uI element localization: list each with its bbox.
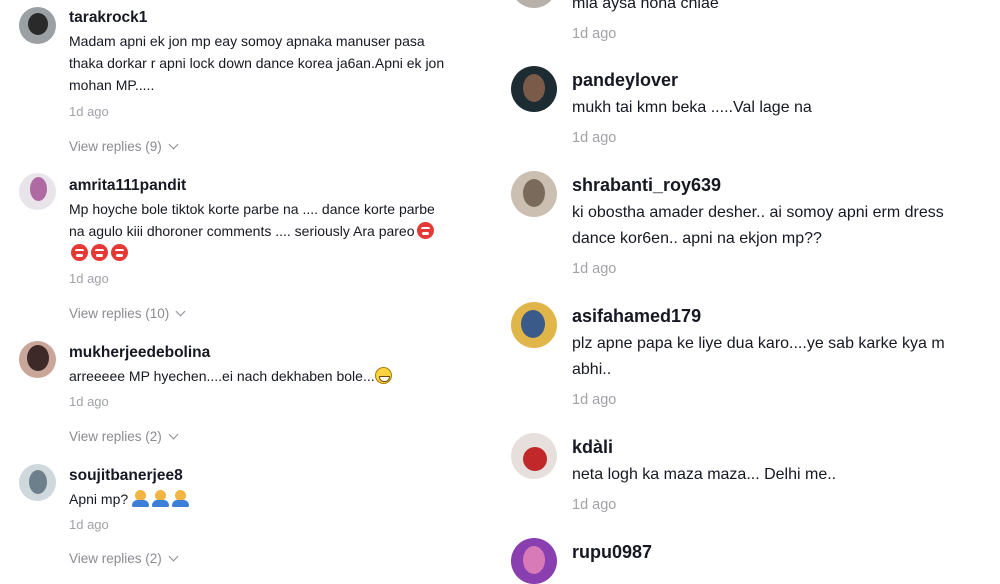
- view-replies-button[interactable]: View replies (2): [69, 551, 179, 566]
- view-replies-button[interactable]: View replies (10): [69, 306, 186, 321]
- comment-timestamp: 1d ago: [69, 394, 109, 409]
- comment-timestamp: 1d ago: [69, 271, 109, 286]
- comment-timestamp: 1d ago: [572, 130, 617, 146]
- avatar[interactable]: [511, 66, 557, 112]
- comment-text-line: Mp hoyche bole tiktok korte parbe na ...…: [69, 201, 435, 217]
- comment-text-line: dance kor6en.. apni na ekjon mp??: [572, 230, 822, 247]
- comment-text-line: thaka dorkar r apni lock down dance kore…: [69, 55, 445, 71]
- comment-username[interactable]: kdàli: [572, 437, 613, 458]
- view-replies-label: View replies (10): [69, 306, 170, 321]
- view-replies-button[interactable]: View replies (9): [69, 139, 179, 154]
- comment-text-line: Apni mp?: [69, 490, 192, 507]
- avatar[interactable]: [511, 538, 557, 584]
- comment-username[interactable]: mukherjeedebolina: [69, 344, 210, 362]
- comment-text-line: plz apne papa ke liye dua karo....ye sab…: [572, 335, 945, 352]
- comment-username[interactable]: soujitbanerjee8: [69, 467, 183, 485]
- comment-text-line: na agulo kiii dhoroner comments .... ser…: [69, 222, 437, 239]
- angry-face-icon: [91, 244, 108, 261]
- angry-face-icon: [111, 244, 128, 261]
- comment-text-line: Madam apni ek jon mp eay somoy apnaka ma…: [69, 33, 425, 49]
- comment-emoji-line: [71, 244, 131, 261]
- comment-timestamp: 1d ago: [572, 261, 617, 277]
- facepalm-icon: [132, 490, 150, 507]
- comment-timestamp: 1d ago: [572, 497, 617, 513]
- facepalm-icon: [152, 490, 170, 507]
- facepalm-icon: [172, 490, 190, 507]
- chevron-down-icon: [168, 429, 179, 440]
- comment-timestamp: 1d ago: [572, 26, 617, 42]
- chevron-down-icon: [168, 139, 179, 150]
- view-replies-button[interactable]: View replies (2): [69, 429, 179, 444]
- view-replies-label: View replies (2): [69, 429, 162, 444]
- avatar[interactable]: [19, 7, 56, 44]
- angry-face-icon: [71, 244, 88, 261]
- comment-username[interactable]: tarakrock1: [69, 9, 147, 27]
- comment-text-line: mohan MP.....: [69, 77, 155, 93]
- avatar[interactable]: [511, 302, 557, 348]
- avatar[interactable]: [511, 433, 557, 479]
- comment-username[interactable]: asifahamed179: [572, 306, 701, 327]
- comment-username[interactable]: rupu0987: [572, 542, 652, 563]
- comment-timestamp: 1d ago: [69, 517, 109, 532]
- comment-username[interactable]: shrabanti_roy639: [572, 175, 721, 196]
- comment-text-line: neta logh ka maza maza... Delhi me..: [572, 466, 837, 483]
- comment-text-line: ki obostha amader desher.. ai somoy apni…: [572, 204, 944, 221]
- comment-username[interactable]: amrita111pandit: [69, 177, 186, 195]
- avatar[interactable]: [511, 171, 557, 217]
- grinning-face-icon: [374, 367, 392, 384]
- comment-text: na agulo kiii dhoroner comments .... ser…: [69, 223, 415, 239]
- comment-text-line: mia aysa hona chiae: [572, 0, 719, 12]
- view-replies-label: View replies (2): [69, 551, 162, 566]
- comment-text: Apni mp?: [69, 491, 133, 507]
- avatar[interactable]: [19, 173, 56, 210]
- comment-text-line: arreeeee MP hyechen....ei nach dekhaben …: [69, 367, 392, 384]
- avatar[interactable]: [511, 0, 557, 8]
- comment-username[interactable]: pandeylover: [572, 70, 678, 91]
- angry-face-icon: [416, 222, 434, 239]
- avatar[interactable]: [19, 341, 56, 378]
- comment-text-line: abhi..: [572, 361, 612, 378]
- avatar[interactable]: [19, 464, 56, 501]
- view-replies-label: View replies (9): [69, 139, 162, 154]
- comment-text-line: mukh tai kmn beka .....Val lage na: [572, 99, 812, 116]
- comment-timestamp: 1d ago: [69, 104, 109, 119]
- chevron-down-icon: [175, 306, 186, 317]
- chevron-down-icon: [168, 551, 179, 562]
- comment-timestamp: 1d ago: [572, 392, 617, 408]
- comment-text: arreeeee MP hyechen....ei nach dekhaben …: [69, 368, 375, 384]
